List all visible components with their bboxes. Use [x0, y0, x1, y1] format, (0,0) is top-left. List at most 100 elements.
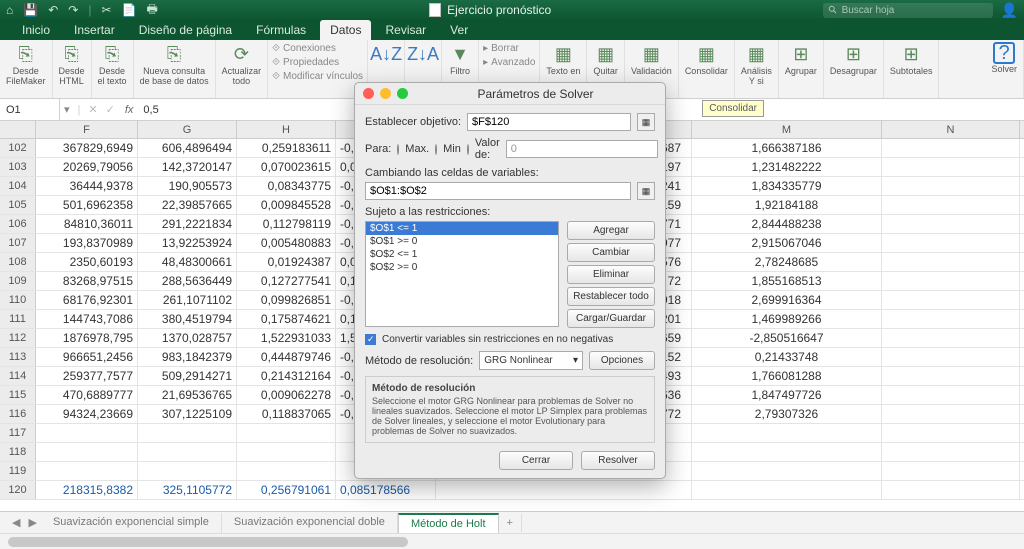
row-header[interactable]: 105 [0, 196, 36, 214]
cell[interactable] [138, 462, 237, 480]
tab-inicio[interactable]: Inicio [12, 20, 60, 40]
options-button[interactable]: Opciones [589, 351, 655, 370]
cell[interactable] [138, 424, 237, 442]
cell[interactable]: 84810,36011 [36, 215, 138, 233]
row-header[interactable]: 104 [0, 177, 36, 195]
cell[interactable]: 0,070023615 [237, 158, 336, 176]
print-icon[interactable]: 🖶 [146, 0, 157, 21]
cell[interactable]: 983,1842379 [138, 348, 237, 366]
cell[interactable] [36, 462, 138, 480]
variables-input[interactable] [365, 182, 631, 200]
cell[interactable]: 36444,9378 [36, 177, 138, 195]
solver-button[interactable]: ?Solver [985, 40, 1024, 98]
copy-icon[interactable]: 📄 [122, 3, 137, 17]
cell[interactable]: 1,469989266 [692, 310, 882, 328]
save-icon[interactable]: 💾 [23, 3, 38, 17]
change-button[interactable]: Cambiar [567, 243, 655, 262]
cell[interactable]: 501,6962358 [36, 196, 138, 214]
sheet-tab[interactable]: Método de Holt [398, 513, 499, 533]
close-icon[interactable] [363, 88, 374, 99]
cell[interactable] [237, 462, 336, 480]
minimize-icon[interactable] [380, 88, 391, 99]
cell[interactable]: 0,08343775 [237, 177, 336, 195]
col-header[interactable]: G [138, 121, 237, 138]
cell[interactable]: 0,112798119 [237, 215, 336, 233]
cell[interactable] [882, 291, 1020, 309]
cell[interactable]: 0,009845528 [237, 196, 336, 214]
cell[interactable] [882, 443, 1020, 461]
cell[interactable]: 144743,7086 [36, 310, 138, 328]
row-header[interactable]: 111 [0, 310, 36, 328]
delete-button[interactable]: Eliminar [567, 265, 655, 284]
cell[interactable] [36, 424, 138, 442]
range-picker-icon[interactable]: ▦ [637, 113, 655, 131]
cell[interactable] [692, 462, 882, 480]
col-header[interactable]: H [237, 121, 336, 138]
close-button[interactable]: Cerrar [499, 451, 573, 470]
solve-button[interactable]: Resolver [581, 451, 655, 470]
outline-tool[interactable]: ⊞Agrupar [779, 40, 824, 98]
tab-datos[interactable]: Datos [320, 20, 371, 40]
chevron-down-icon[interactable]: ▾ [60, 103, 74, 116]
cell[interactable] [882, 177, 1020, 195]
cell[interactable]: 0,127277541 [237, 272, 336, 290]
cell[interactable]: 2350,60193 [36, 253, 138, 271]
cell[interactable]: 20269,79056 [36, 158, 138, 176]
reset-button[interactable]: Restablecer todo [567, 287, 655, 306]
row-header[interactable]: 107 [0, 234, 36, 252]
data-tool[interactable]: ▦Consolidar [679, 40, 735, 98]
cell[interactable] [882, 234, 1020, 252]
cell[interactable]: 2,844488238 [692, 215, 882, 233]
cell[interactable]: 83268,97515 [36, 272, 138, 290]
cell[interactable]: 325,1105772 [138, 481, 237, 499]
cell[interactable]: 2,699916364 [692, 291, 882, 309]
row-header[interactable]: 109 [0, 272, 36, 290]
radio-valueof[interactable] [467, 144, 469, 155]
outline-tool[interactable]: ⊞Subtotales [884, 40, 940, 98]
cell[interactable]: 380,4519794 [138, 310, 237, 328]
cell[interactable]: 68176,92301 [36, 291, 138, 309]
cell[interactable]: 1,766081288 [692, 367, 882, 385]
tab-diseño de página[interactable]: Diseño de página [129, 20, 242, 40]
filter-item[interactable]: ▸ Avanzado [483, 56, 535, 69]
row-header[interactable]: 114 [0, 367, 36, 385]
name-box[interactable]: O1 [0, 99, 60, 120]
cell[interactable]: 0,444879746 [237, 348, 336, 366]
constraint-item[interactable]: $O$2 <= 1 [366, 248, 558, 261]
cell[interactable]: 2,915067046 [692, 234, 882, 252]
cell[interactable] [882, 405, 1020, 423]
radio-max[interactable] [397, 144, 399, 155]
cell[interactable] [882, 386, 1020, 404]
cell[interactable]: 1,231482222 [692, 158, 882, 176]
cell[interactable]: 0,21433748 [692, 348, 882, 366]
row-header[interactable]: 112 [0, 329, 36, 347]
refresh-all[interactable]: ⟳Actualizar todo [216, 40, 269, 98]
radio-min[interactable] [435, 144, 437, 155]
constraint-item[interactable]: $O$1 >= 0 [366, 235, 558, 248]
cell[interactable]: 0,01924387 [237, 253, 336, 271]
row-header[interactable]: 108 [0, 253, 36, 271]
valueof-input[interactable] [506, 140, 658, 158]
filter-item[interactable]: ▸ Borrar [483, 42, 519, 55]
constraint-item[interactable]: $O$2 >= 0 [366, 261, 558, 274]
import-source[interactable]: ⎘Desde HTML [53, 40, 92, 98]
cell[interactable]: 22,39857665 [138, 196, 237, 214]
cell[interactable]: 1876978,795 [36, 329, 138, 347]
cell[interactable] [882, 139, 1020, 157]
col-header[interactable]: N [882, 121, 1020, 138]
cell[interactable] [436, 481, 692, 499]
sheet-tab[interactable]: Suavización exponencial simple [41, 513, 222, 533]
cell[interactable]: -2,850516647 [692, 329, 882, 347]
load-save-button[interactable]: Cargar/Guardar [567, 309, 655, 328]
cell[interactable]: 367829,6949 [36, 139, 138, 157]
cell[interactable]: 0,099826851 [237, 291, 336, 309]
cell[interactable]: 13,92253924 [138, 234, 237, 252]
cell[interactable]: 0,256791061 [237, 481, 336, 499]
user-icon[interactable]: 👤 [1001, 2, 1018, 19]
cell[interactable] [692, 443, 882, 461]
cell[interactable]: 307,1225109 [138, 405, 237, 423]
cell[interactable]: 1,92184188 [692, 196, 882, 214]
cell[interactable] [882, 310, 1020, 328]
undo-icon[interactable]: ↶ [48, 3, 58, 17]
tab-revisar[interactable]: Revisar [375, 20, 436, 40]
